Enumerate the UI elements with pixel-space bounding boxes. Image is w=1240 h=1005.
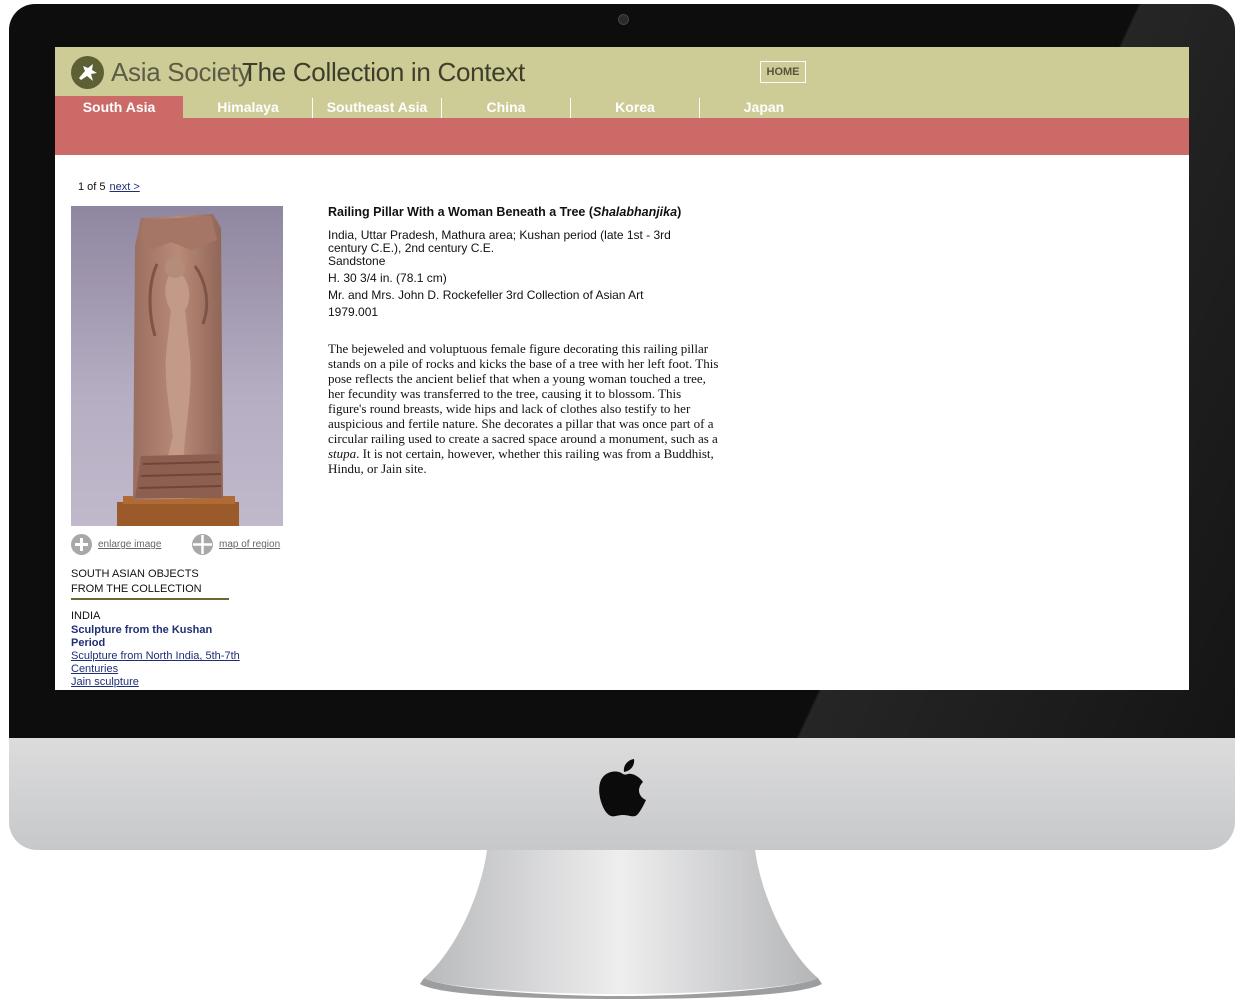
org-name: Asia Society xyxy=(111,57,251,87)
asia-society-logo-icon xyxy=(71,56,104,89)
sidebar-heading: SOUTH ASIAN OBJECTS FROM THE COLLECTION xyxy=(71,568,202,595)
tab-korea[interactable]: Korea xyxy=(571,96,699,118)
sidebar-divider xyxy=(71,598,229,600)
artwork-title: Railing Pillar With a Woman Beneath a Tr… xyxy=(328,205,682,219)
pager: 1 of 5 next > xyxy=(78,181,140,193)
pager-position: 1 of 5 xyxy=(78,181,106,193)
tab-south-asia[interactable]: South Asia xyxy=(55,96,183,118)
subnav-band xyxy=(55,118,1189,155)
plus-icon xyxy=(71,534,92,555)
artwork-dimensions: H. 30 3/4 in. (78.1 cm) xyxy=(328,271,447,285)
sidebar-link-jain-sculpture[interactable]: Jain sculpture xyxy=(71,676,241,689)
next-link[interactable]: next > xyxy=(110,181,140,193)
site-header: Asia Society The Collection in Context H… xyxy=(55,47,1189,118)
page-title: The Collection in Context xyxy=(242,57,525,87)
sidebar-current-item: Sculpture from the Kushan Period xyxy=(71,624,213,649)
map-of-region-link[interactable]: map of region xyxy=(219,539,280,550)
artwork-accession: 1979.001 xyxy=(328,305,379,319)
sidebar-category: INDIA xyxy=(71,610,101,622)
tab-southeast-asia[interactable]: Southeast Asia xyxy=(313,96,441,118)
browser-screen: Asia Society The Collection in Context H… xyxy=(55,47,1189,690)
enlarge-image-link[interactable]: enlarge image xyxy=(98,539,161,550)
region-tabs: South Asia Himalaya Southeast Asia China… xyxy=(55,96,1189,118)
sidebar-link-north-india[interactable]: Sculpture from North India, 5th-7th Cent… xyxy=(71,650,241,676)
artwork-credit: Mr. and Mrs. John D. Rockefeller 3rd Col… xyxy=(328,288,644,302)
tab-himalaya[interactable]: Himalaya xyxy=(184,96,312,118)
artwork-medium: Sandstone xyxy=(328,254,386,268)
tab-japan[interactable]: Japan xyxy=(700,96,828,118)
home-button[interactable]: HOME xyxy=(760,61,806,83)
artwork-description: The bejeweled and voluptuous female figu… xyxy=(328,341,719,476)
map-icon xyxy=(192,534,213,555)
artwork-image[interactable] xyxy=(71,206,283,526)
tab-china[interactable]: China xyxy=(442,96,570,118)
artwork-origin: India, Uttar Pradesh, Mathura area; Kush… xyxy=(328,228,671,255)
